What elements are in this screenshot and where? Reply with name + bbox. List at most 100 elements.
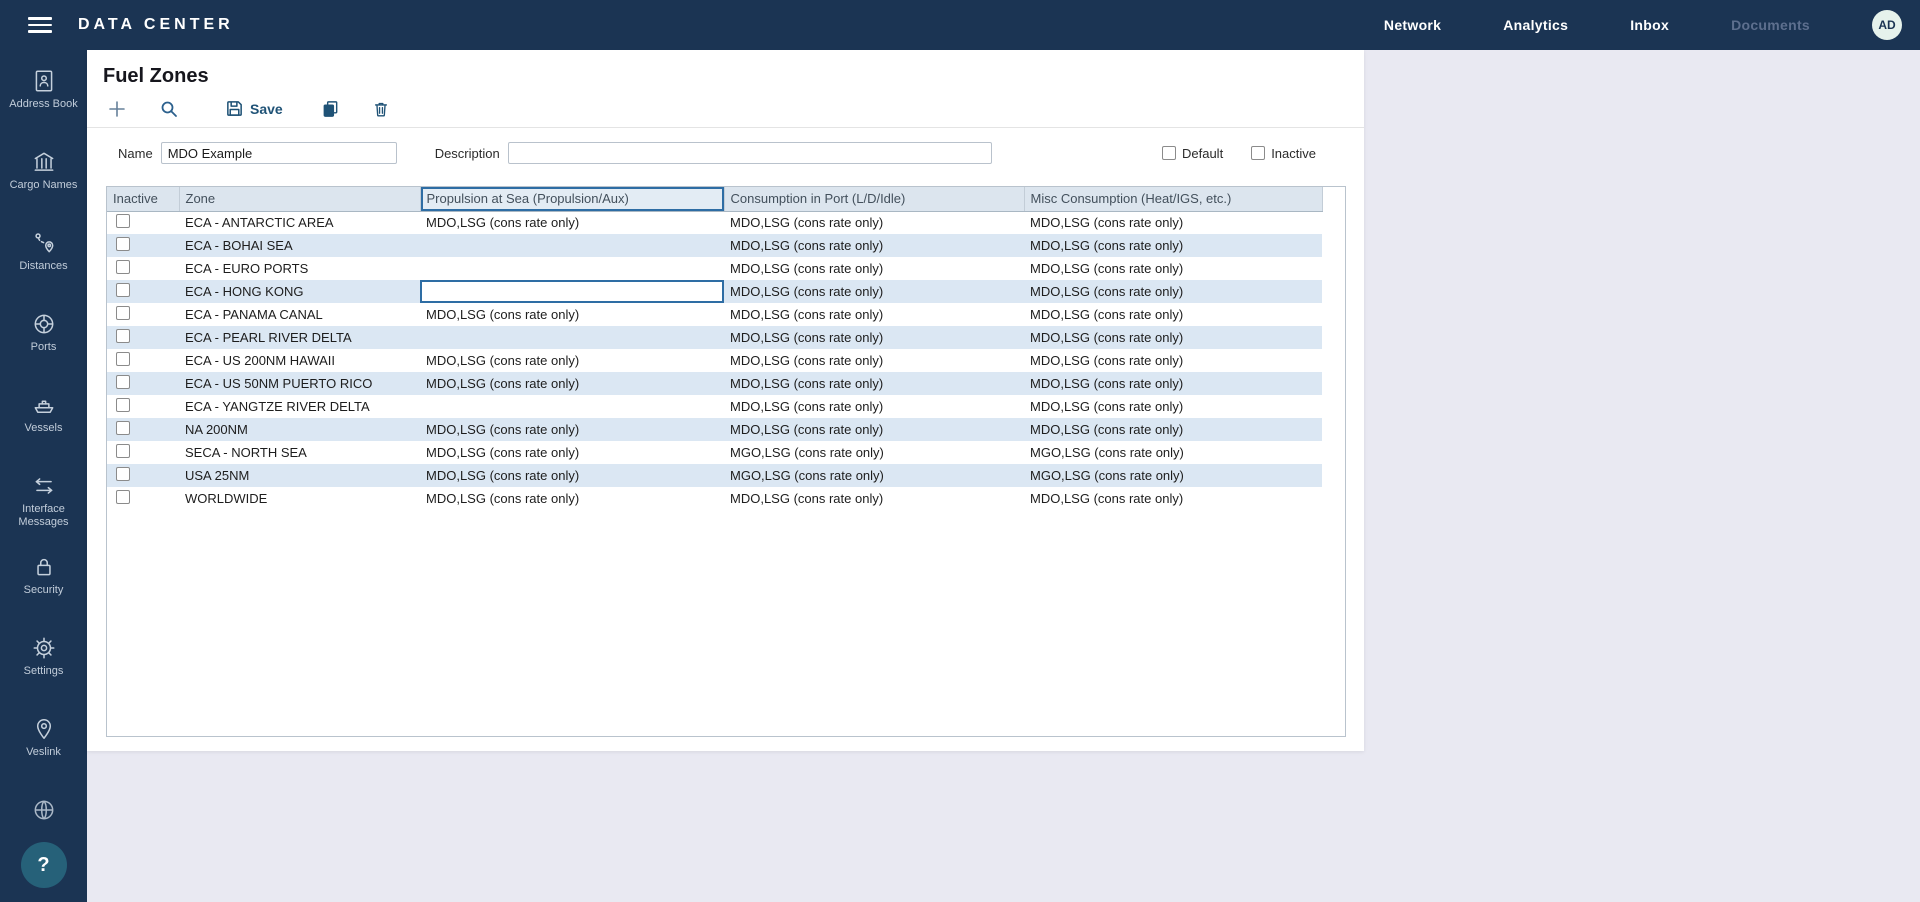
sidebar-item-ports[interactable]: Ports — [0, 301, 87, 382]
table-row[interactable]: ECA - ANTARCTIC AREA MDO,LSG (cons rate … — [107, 211, 1322, 234]
sea-cell[interactable] — [420, 234, 724, 257]
sea-cell[interactable]: MDO,LSG (cons rate only) — [420, 349, 724, 372]
port-cell[interactable]: MDO,LSG (cons rate only) — [724, 372, 1024, 395]
zone-cell[interactable]: USA 25NM — [179, 464, 420, 487]
port-cell[interactable]: MDO,LSG (cons rate only) — [724, 487, 1024, 510]
col-header-misc-consumption[interactable]: Misc Consumption (Heat/IGS, etc.) — [1024, 187, 1322, 211]
port-cell[interactable]: MDO,LSG (cons rate only) — [724, 418, 1024, 441]
misc-cell[interactable]: MDO,LSG (cons rate only) — [1024, 487, 1322, 510]
sea-cell[interactable] — [420, 395, 724, 418]
sidebar-item-distances[interactable]: Distances — [0, 220, 87, 301]
sea-cell[interactable] — [420, 326, 724, 349]
sea-cell[interactable]: MDO,LSG (cons rate only) — [420, 441, 724, 464]
sea-cell[interactable]: MDO,LSG (cons rate only) — [420, 487, 724, 510]
row-inactive-checkbox[interactable] — [116, 352, 130, 366]
sidebar-item-security[interactable]: Security — [0, 544, 87, 625]
port-cell[interactable]: MGO,LSG (cons rate only) — [724, 441, 1024, 464]
port-cell[interactable]: MDO,LSG (cons rate only) — [724, 211, 1024, 234]
sea-cell[interactable]: MDO,LSG (cons rate only) — [420, 211, 724, 234]
row-inactive-checkbox[interactable] — [116, 467, 130, 481]
misc-cell[interactable]: MDO,LSG (cons rate only) — [1024, 257, 1322, 280]
zone-cell[interactable]: SECA - NORTH SEA — [179, 441, 420, 464]
zone-cell[interactable]: ECA - YANGTZE RIVER DELTA — [179, 395, 420, 418]
sidebar-item-veslink[interactable]: Veslink — [0, 706, 87, 787]
table-row[interactable]: WORLDWIDE MDO,LSG (cons rate only) MDO,L… — [107, 487, 1322, 510]
port-cell[interactable]: MDO,LSG (cons rate only) — [724, 349, 1024, 372]
row-inactive-checkbox[interactable] — [116, 260, 130, 274]
row-inactive-checkbox[interactable] — [116, 444, 130, 458]
table-row[interactable]: NA 200NM MDO,LSG (cons rate only) MDO,LS… — [107, 418, 1322, 441]
port-cell[interactable]: MDO,LSG (cons rate only) — [724, 303, 1024, 326]
row-inactive-checkbox[interactable] — [116, 421, 130, 435]
row-inactive-checkbox[interactable] — [116, 490, 130, 504]
sea-cell[interactable]: MDO,LSG (cons rate only) — [420, 464, 724, 487]
table-row[interactable]: ECA - EURO PORTS MDO,LSG (cons rate only… — [107, 257, 1322, 280]
row-inactive-checkbox[interactable] — [116, 306, 130, 320]
sidebar-item-vessels[interactable]: Vessels — [0, 382, 87, 463]
port-cell[interactable]: MDO,LSG (cons rate only) — [724, 234, 1024, 257]
zone-cell[interactable]: ECA - HONG KONG — [179, 280, 420, 303]
zone-cell[interactable]: ECA - US 50NM PUERTO RICO — [179, 372, 420, 395]
delete-button[interactable] — [368, 98, 394, 120]
hamburger-menu-icon[interactable] — [28, 13, 54, 37]
zone-cell[interactable]: ECA - PEARL RIVER DELTA — [179, 326, 420, 349]
row-inactive-checkbox[interactable] — [116, 329, 130, 343]
sidebar-item-more[interactable] — [0, 787, 87, 827]
misc-cell[interactable]: MDO,LSG (cons rate only) — [1024, 211, 1322, 234]
help-button[interactable]: ? — [21, 842, 67, 888]
table-row[interactable]: ECA - PEARL RIVER DELTA MDO,LSG (cons ra… — [107, 326, 1322, 349]
nav-analytics[interactable]: Analytics — [1503, 17, 1568, 33]
col-header-consumption-in-port[interactable]: Consumption in Port (L/D/Idle) — [724, 187, 1024, 211]
port-cell[interactable]: MDO,LSG (cons rate only) — [724, 257, 1024, 280]
misc-cell[interactable]: MDO,LSG (cons rate only) — [1024, 234, 1322, 257]
col-header-propulsion-at-sea[interactable]: Propulsion at Sea (Propulsion/Aux) — [420, 187, 724, 211]
sea-cell[interactable]: MDO,LSG (cons rate only) — [420, 303, 724, 326]
nav-network[interactable]: Network — [1384, 17, 1441, 33]
sidebar-item-cargo-names[interactable]: Cargo Names — [0, 139, 87, 220]
sea-cell-selected[interactable] — [420, 280, 724, 303]
table-row[interactable]: SECA - NORTH SEA MDO,LSG (cons rate only… — [107, 441, 1322, 464]
copy-button[interactable] — [317, 97, 344, 120]
zone-cell[interactable]: ECA - ANTARCTIC AREA — [179, 211, 420, 234]
port-cell[interactable]: MDO,LSG (cons rate only) — [724, 326, 1024, 349]
zone-cell[interactable]: NA 200NM — [179, 418, 420, 441]
zone-cell[interactable]: ECA - BOHAI SEA — [179, 234, 420, 257]
save-button[interactable]: Save — [221, 97, 287, 120]
misc-cell[interactable]: MDO,LSG (cons rate only) — [1024, 349, 1322, 372]
row-inactive-checkbox[interactable] — [116, 283, 130, 297]
table-row[interactable]: ECA - PANAMA CANAL MDO,LSG (cons rate on… — [107, 303, 1322, 326]
table-row[interactable]: USA 25NM MDO,LSG (cons rate only) MGO,LS… — [107, 464, 1322, 487]
row-inactive-checkbox[interactable] — [116, 214, 130, 228]
sidebar-item-address-book[interactable]: Address Book — [0, 58, 87, 139]
misc-cell[interactable]: MDO,LSG (cons rate only) — [1024, 303, 1322, 326]
table-row[interactable]: ECA - US 50NM PUERTO RICO MDO,LSG (cons … — [107, 372, 1322, 395]
table-row[interactable]: ECA - YANGTZE RIVER DELTA MDO,LSG (cons … — [107, 395, 1322, 418]
sidebar-item-interface-messages[interactable]: Interface Messages — [0, 463, 87, 544]
nav-documents[interactable]: Documents — [1731, 17, 1810, 33]
misc-cell[interactable]: MDO,LSG (cons rate only) — [1024, 418, 1322, 441]
misc-cell[interactable]: MDO,LSG (cons rate only) — [1024, 326, 1322, 349]
port-cell[interactable]: MGO,LSG (cons rate only) — [724, 464, 1024, 487]
sea-cell[interactable]: MDO,LSG (cons rate only) — [420, 418, 724, 441]
port-cell[interactable]: MDO,LSG (cons rate only) — [724, 280, 1024, 303]
col-header-zone[interactable]: Zone — [179, 187, 420, 211]
misc-cell[interactable]: MDO,LSG (cons rate only) — [1024, 372, 1322, 395]
misc-cell[interactable]: MDO,LSG (cons rate only) — [1024, 280, 1322, 303]
description-input[interactable] — [508, 142, 992, 164]
sidebar-item-settings[interactable]: Settings — [0, 625, 87, 706]
sea-cell[interactable]: MDO,LSG (cons rate only) — [420, 372, 724, 395]
misc-cell[interactable]: MDO,LSG (cons rate only) — [1024, 395, 1322, 418]
sea-cell[interactable] — [420, 257, 724, 280]
nav-inbox[interactable]: Inbox — [1630, 17, 1669, 33]
zone-cell[interactable]: WORLDWIDE — [179, 487, 420, 510]
table-row[interactable]: ECA - HONG KONG MDO,LSG (cons rate only)… — [107, 280, 1322, 303]
port-cell[interactable]: MDO,LSG (cons rate only) — [724, 395, 1024, 418]
table-row[interactable]: ECA - BOHAI SEA MDO,LSG (cons rate only)… — [107, 234, 1322, 257]
misc-cell[interactable]: MGO,LSG (cons rate only) — [1024, 441, 1322, 464]
name-input[interactable] — [161, 142, 397, 164]
table-row[interactable]: ECA - US 200NM HAWAII MDO,LSG (cons rate… — [107, 349, 1322, 372]
row-inactive-checkbox[interactable] — [116, 375, 130, 389]
col-header-inactive[interactable]: Inactive — [107, 187, 179, 211]
row-inactive-checkbox[interactable] — [116, 237, 130, 251]
add-button[interactable] — [103, 97, 131, 121]
